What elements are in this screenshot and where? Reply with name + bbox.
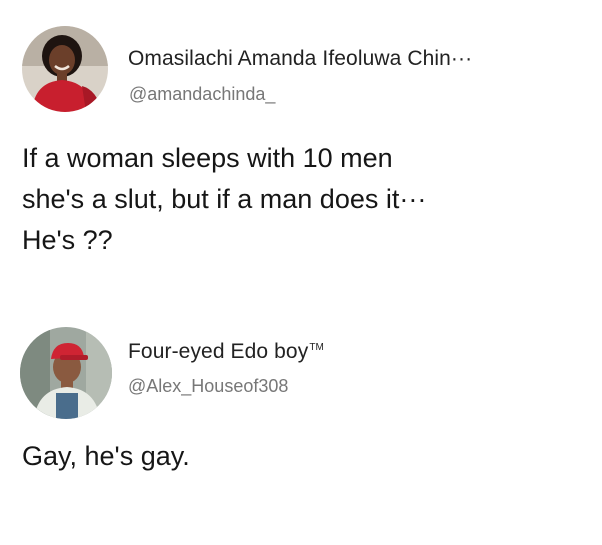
tweet-card[interactable]: Four-eyed Edo boyTM @Alex_Houseof308 Gay… [0,310,602,545]
display-name-text: Four-eyed Edo boy [128,340,309,363]
avatar[interactable] [22,26,108,112]
tweet-text: Gay, he's gay. [22,441,190,471]
display-name[interactable]: Four-eyed Edo boyTM [128,340,324,364]
user-handle[interactable]: @amandachinda_ [129,84,275,105]
tweet-text: If a woman sleeps with 10 men she's a sl… [22,143,427,255]
avatar[interactable] [20,327,112,419]
profile-photo-icon [22,26,108,112]
tweet-card[interactable]: Omasilachi Amanda Ifeoluwa Chin··· @aman… [0,0,602,300]
profile-photo-icon [20,327,112,419]
user-handle[interactable]: @Alex_Houseof308 [128,376,288,397]
display-name[interactable]: Omasilachi Amanda Ifeoluwa Chin··· [128,47,472,71]
trademark-mark: TM [309,342,324,353]
